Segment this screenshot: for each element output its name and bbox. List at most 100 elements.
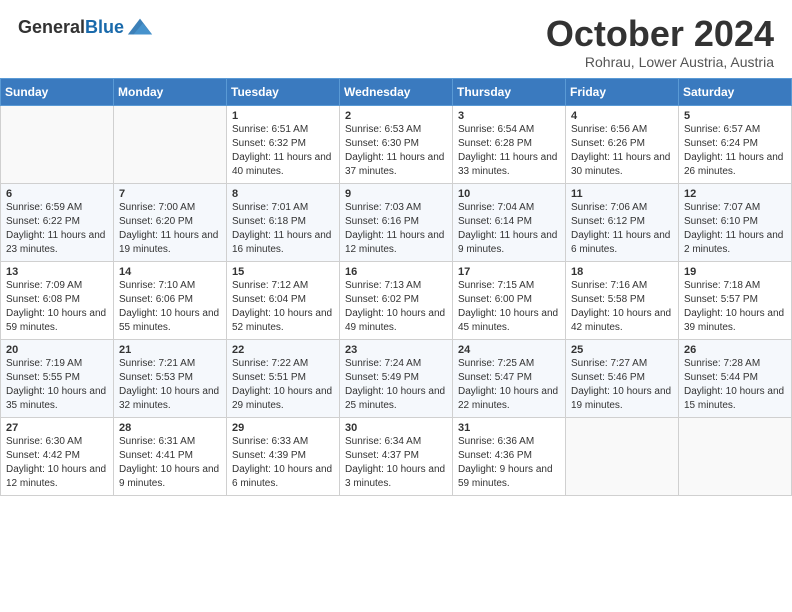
weekday-header-friday: Friday — [566, 78, 679, 105]
calendar-week-row: 27Sunrise: 6:30 AM Sunset: 4:42 PM Dayli… — [1, 417, 792, 495]
calendar-cell: 19Sunrise: 7:18 AM Sunset: 5:57 PM Dayli… — [679, 261, 792, 339]
month-title: October 2024 — [546, 14, 774, 54]
day-info: Sunrise: 7:27 AM Sunset: 5:46 PM Dayligh… — [571, 357, 673, 413]
day-info: Sunrise: 6:56 AM Sunset: 6:26 PM Dayligh… — [571, 123, 673, 179]
day-number: 11 — [571, 188, 673, 200]
day-number: 21 — [119, 344, 221, 356]
calendar-cell: 18Sunrise: 7:16 AM Sunset: 5:58 PM Dayli… — [566, 261, 679, 339]
day-number: 12 — [684, 188, 786, 200]
calendar-cell: 25Sunrise: 7:27 AM Sunset: 5:46 PM Dayli… — [566, 339, 679, 417]
calendar-cell: 4Sunrise: 6:56 AM Sunset: 6:26 PM Daylig… — [566, 105, 679, 183]
day-info: Sunrise: 7:01 AM Sunset: 6:18 PM Dayligh… — [232, 201, 334, 257]
calendar-cell: 23Sunrise: 7:24 AM Sunset: 5:49 PM Dayli… — [340, 339, 453, 417]
day-info: Sunrise: 7:04 AM Sunset: 6:14 PM Dayligh… — [458, 201, 560, 257]
calendar-cell: 5Sunrise: 6:57 AM Sunset: 6:24 PM Daylig… — [679, 105, 792, 183]
weekday-header-wednesday: Wednesday — [340, 78, 453, 105]
day-number: 27 — [6, 422, 108, 434]
day-info: Sunrise: 7:19 AM Sunset: 5:55 PM Dayligh… — [6, 357, 108, 413]
day-number: 26 — [684, 344, 786, 356]
day-info: Sunrise: 7:00 AM Sunset: 6:20 PM Dayligh… — [119, 201, 221, 257]
day-number: 17 — [458, 266, 560, 278]
day-number: 29 — [232, 422, 334, 434]
calendar-cell: 9Sunrise: 7:03 AM Sunset: 6:16 PM Daylig… — [340, 183, 453, 261]
day-number: 19 — [684, 266, 786, 278]
day-number: 6 — [6, 188, 108, 200]
calendar-cell: 21Sunrise: 7:21 AM Sunset: 5:53 PM Dayli… — [114, 339, 227, 417]
logo-general-text: General — [18, 17, 85, 37]
calendar-cell: 11Sunrise: 7:06 AM Sunset: 6:12 PM Dayli… — [566, 183, 679, 261]
calendar-cell: 12Sunrise: 7:07 AM Sunset: 6:10 PM Dayli… — [679, 183, 792, 261]
day-number: 31 — [458, 422, 560, 434]
day-number: 30 — [345, 422, 447, 434]
weekday-header-row: SundayMondayTuesdayWednesdayThursdayFrid… — [1, 78, 792, 105]
day-info: Sunrise: 6:51 AM Sunset: 6:32 PM Dayligh… — [232, 123, 334, 179]
day-number: 25 — [571, 344, 673, 356]
calendar-cell: 22Sunrise: 7:22 AM Sunset: 5:51 PM Dayli… — [227, 339, 340, 417]
calendar-cell: 15Sunrise: 7:12 AM Sunset: 6:04 PM Dayli… — [227, 261, 340, 339]
day-info: Sunrise: 6:31 AM Sunset: 4:41 PM Dayligh… — [119, 435, 221, 491]
calendar-cell: 27Sunrise: 6:30 AM Sunset: 4:42 PM Dayli… — [1, 417, 114, 495]
day-info: Sunrise: 6:36 AM Sunset: 4:36 PM Dayligh… — [458, 435, 560, 491]
day-number: 1 — [232, 110, 334, 122]
day-info: Sunrise: 7:10 AM Sunset: 6:06 PM Dayligh… — [119, 279, 221, 335]
day-number: 4 — [571, 110, 673, 122]
day-info: Sunrise: 7:07 AM Sunset: 6:10 PM Dayligh… — [684, 201, 786, 257]
calendar-cell: 3Sunrise: 6:54 AM Sunset: 6:28 PM Daylig… — [453, 105, 566, 183]
day-info: Sunrise: 7:09 AM Sunset: 6:08 PM Dayligh… — [6, 279, 108, 335]
day-number: 18 — [571, 266, 673, 278]
day-info: Sunrise: 6:59 AM Sunset: 6:22 PM Dayligh… — [6, 201, 108, 257]
day-info: Sunrise: 7:15 AM Sunset: 6:00 PM Dayligh… — [458, 279, 560, 335]
calendar-cell: 14Sunrise: 7:10 AM Sunset: 6:06 PM Dayli… — [114, 261, 227, 339]
day-number: 16 — [345, 266, 447, 278]
day-info: Sunrise: 7:16 AM Sunset: 5:58 PM Dayligh… — [571, 279, 673, 335]
calendar-cell: 16Sunrise: 7:13 AM Sunset: 6:02 PM Dayli… — [340, 261, 453, 339]
day-info: Sunrise: 7:18 AM Sunset: 5:57 PM Dayligh… — [684, 279, 786, 335]
logo-icon — [126, 14, 154, 42]
day-number: 23 — [345, 344, 447, 356]
day-info: Sunrise: 7:06 AM Sunset: 6:12 PM Dayligh… — [571, 201, 673, 257]
page-header: GeneralBlue October 2024 Rohrau, Lower A… — [0, 0, 792, 78]
calendar-cell: 2Sunrise: 6:53 AM Sunset: 6:30 PM Daylig… — [340, 105, 453, 183]
day-info: Sunrise: 6:34 AM Sunset: 4:37 PM Dayligh… — [345, 435, 447, 491]
calendar-cell: 10Sunrise: 7:04 AM Sunset: 6:14 PM Dayli… — [453, 183, 566, 261]
calendar-cell: 17Sunrise: 7:15 AM Sunset: 6:00 PM Dayli… — [453, 261, 566, 339]
calendar-cell: 26Sunrise: 7:28 AM Sunset: 5:44 PM Dayli… — [679, 339, 792, 417]
day-info: Sunrise: 7:25 AM Sunset: 5:47 PM Dayligh… — [458, 357, 560, 413]
calendar-cell — [566, 417, 679, 495]
weekday-header-saturday: Saturday — [679, 78, 792, 105]
calendar-week-row: 13Sunrise: 7:09 AM Sunset: 6:08 PM Dayli… — [1, 261, 792, 339]
location-subtitle: Rohrau, Lower Austria, Austria — [546, 54, 774, 70]
calendar-cell: 29Sunrise: 6:33 AM Sunset: 4:39 PM Dayli… — [227, 417, 340, 495]
weekday-header-monday: Monday — [114, 78, 227, 105]
weekday-header-sunday: Sunday — [1, 78, 114, 105]
day-number: 2 — [345, 110, 447, 122]
day-number: 5 — [684, 110, 786, 122]
day-info: Sunrise: 7:22 AM Sunset: 5:51 PM Dayligh… — [232, 357, 334, 413]
day-info: Sunrise: 7:03 AM Sunset: 6:16 PM Dayligh… — [345, 201, 447, 257]
calendar-cell: 13Sunrise: 7:09 AM Sunset: 6:08 PM Dayli… — [1, 261, 114, 339]
day-info: Sunrise: 7:28 AM Sunset: 5:44 PM Dayligh… — [684, 357, 786, 413]
day-info: Sunrise: 6:33 AM Sunset: 4:39 PM Dayligh… — [232, 435, 334, 491]
day-number: 10 — [458, 188, 560, 200]
day-number: 22 — [232, 344, 334, 356]
day-info: Sunrise: 7:12 AM Sunset: 6:04 PM Dayligh… — [232, 279, 334, 335]
logo: GeneralBlue — [18, 14, 154, 42]
day-number: 14 — [119, 266, 221, 278]
day-number: 7 — [119, 188, 221, 200]
day-info: Sunrise: 6:53 AM Sunset: 6:30 PM Dayligh… — [345, 123, 447, 179]
calendar-cell: 31Sunrise: 6:36 AM Sunset: 4:36 PM Dayli… — [453, 417, 566, 495]
calendar-week-row: 1Sunrise: 6:51 AM Sunset: 6:32 PM Daylig… — [1, 105, 792, 183]
calendar-cell: 28Sunrise: 6:31 AM Sunset: 4:41 PM Dayli… — [114, 417, 227, 495]
calendar-cell — [114, 105, 227, 183]
title-block: October 2024 Rohrau, Lower Austria, Aust… — [546, 14, 774, 70]
weekday-header-tuesday: Tuesday — [227, 78, 340, 105]
day-number: 3 — [458, 110, 560, 122]
day-number: 13 — [6, 266, 108, 278]
day-info: Sunrise: 6:30 AM Sunset: 4:42 PM Dayligh… — [6, 435, 108, 491]
calendar-cell: 7Sunrise: 7:00 AM Sunset: 6:20 PM Daylig… — [114, 183, 227, 261]
day-info: Sunrise: 6:57 AM Sunset: 6:24 PM Dayligh… — [684, 123, 786, 179]
day-info: Sunrise: 7:13 AM Sunset: 6:02 PM Dayligh… — [345, 279, 447, 335]
day-number: 20 — [6, 344, 108, 356]
calendar-cell: 8Sunrise: 7:01 AM Sunset: 6:18 PM Daylig… — [227, 183, 340, 261]
calendar-week-row: 20Sunrise: 7:19 AM Sunset: 5:55 PM Dayli… — [1, 339, 792, 417]
